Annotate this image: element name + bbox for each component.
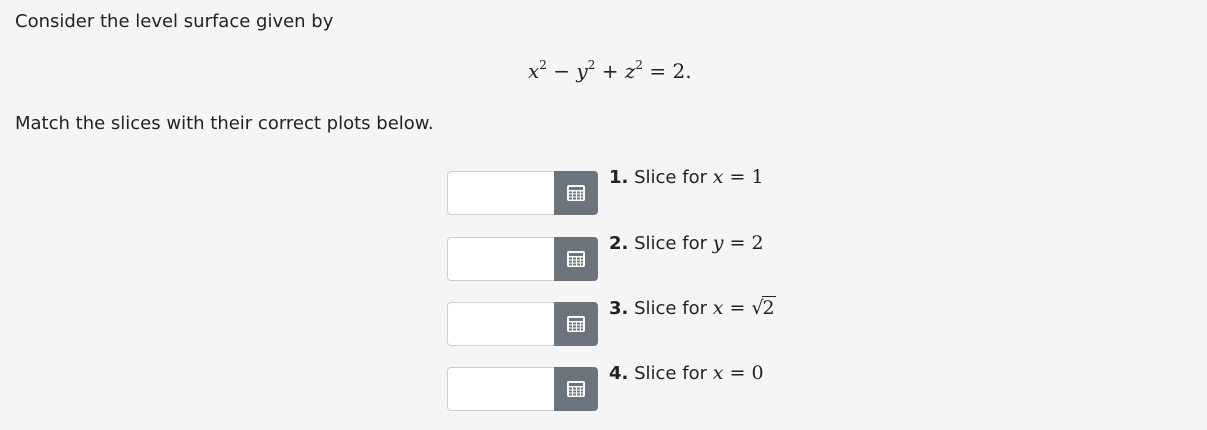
answer-row-3 — [447, 302, 598, 346]
level-surface-equation: x2 − y2 + z2 = 2. — [528, 58, 692, 83]
answer-row-2 — [447, 237, 598, 281]
slice-label-1: 1. Slice for x = 1 — [609, 166, 764, 188]
answer-input-1[interactable] — [447, 171, 555, 215]
instructions: Match the slices with their correct plot… — [15, 113, 434, 134]
answer-input-4[interactable] — [447, 367, 555, 411]
plot-picker-button-1[interactable] — [554, 171, 598, 215]
grid-calendar-icon — [567, 316, 585, 332]
slice-label-4: 4. Slice for x = 0 — [609, 362, 764, 384]
answer-input-2[interactable] — [447, 237, 555, 281]
question-intro: Consider the level surface given by — [15, 11, 334, 32]
plot-picker-button-4[interactable] — [554, 367, 598, 411]
slice-label-2: 2. Slice for y = 2 — [609, 232, 764, 254]
answer-input-3[interactable] — [447, 302, 555, 346]
plot-picker-button-3[interactable] — [554, 302, 598, 346]
answer-row-4 — [447, 367, 598, 411]
plot-picker-button-2[interactable] — [554, 237, 598, 281]
answer-row-1 — [447, 171, 598, 215]
slice-label-3: 3. Slice for x = √2 — [609, 296, 776, 319]
sqrt-symbol: √2 — [751, 296, 776, 319]
grid-calendar-icon — [567, 185, 585, 201]
grid-calendar-icon — [567, 381, 585, 397]
grid-calendar-icon — [567, 251, 585, 267]
